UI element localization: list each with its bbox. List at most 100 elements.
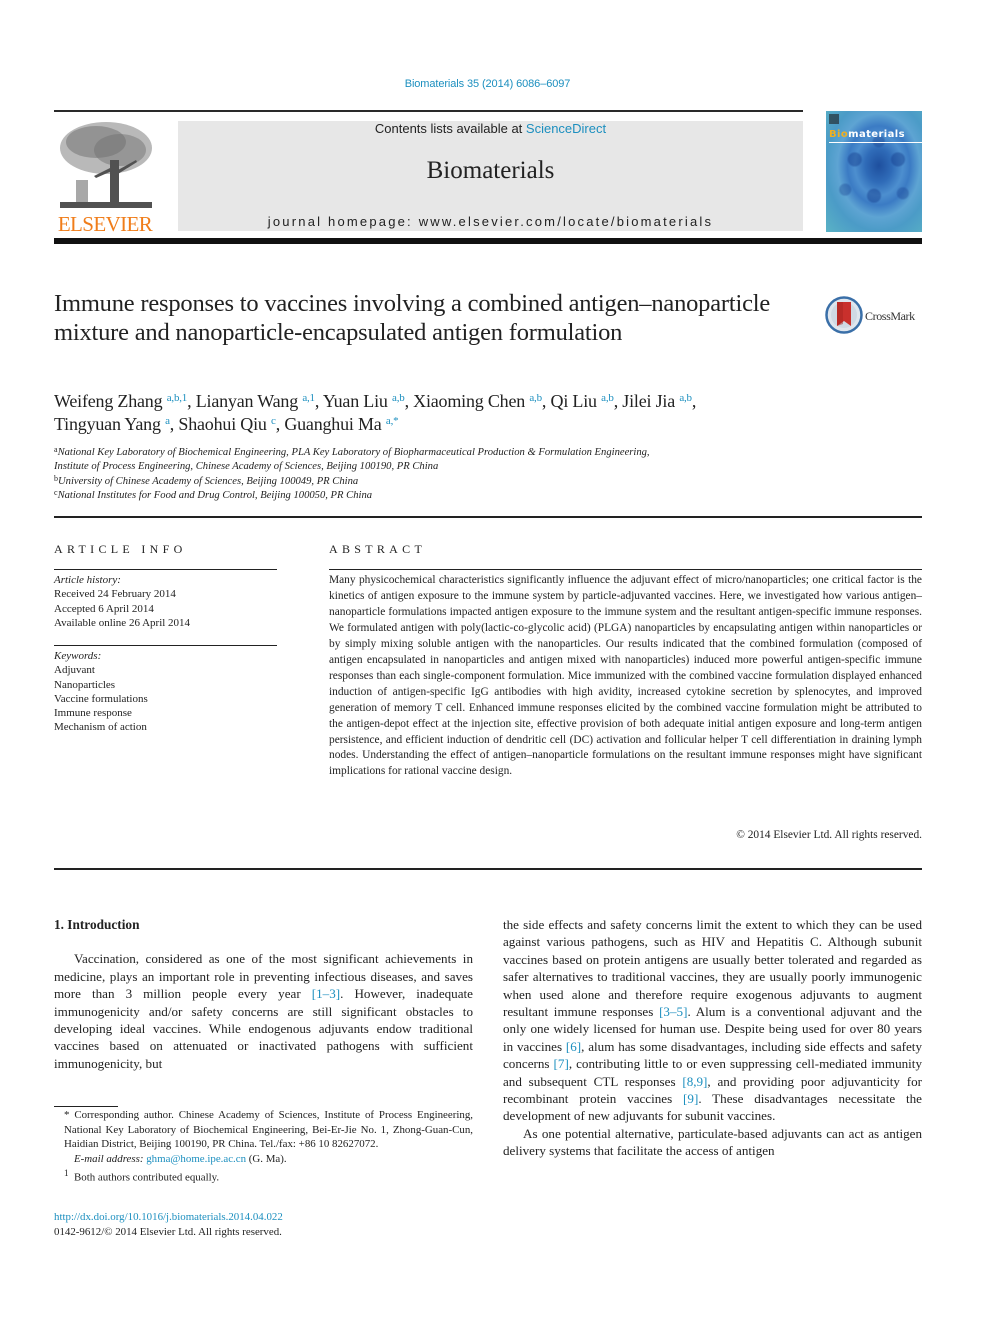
author-list: Weifeng Zhang a,b,1, Lianyan Wang a,1, Y… — [54, 390, 914, 435]
affiliation-text: University of Chinese Academy of Science… — [58, 475, 359, 487]
body-paragraph: Vaccination, considered as one of the mo… — [54, 950, 473, 1072]
cover-title-highlight: Bio — [829, 129, 849, 140]
author-separator: , — [187, 391, 196, 411]
author-name: Jilei Jia — [622, 391, 675, 411]
footnote-mark: 1 — [64, 1168, 69, 1178]
footnotes: * Corresponding author. Chinese Academy … — [54, 1108, 473, 1185]
author-name: Yuan Liu — [322, 391, 388, 411]
citation-link[interactable]: [8,9] — [682, 1074, 707, 1089]
section-rule — [54, 516, 922, 518]
history-received: Received 24 February 2014 — [54, 588, 176, 601]
keywords-label: Keywords: — [54, 650, 102, 662]
section-heading-introduction: 1. Introduction — [54, 917, 140, 932]
header-thick-rule — [54, 238, 922, 244]
elsevier-tree-icon — [56, 120, 154, 212]
sciencedirect-link[interactable]: ScienceDirect — [526, 121, 606, 136]
homepage-url[interactable]: www.elsevier.com/locate/biomaterials — [419, 214, 714, 229]
keyword: Adjuvant — [54, 664, 95, 677]
email-suffix: (G. Ma). — [246, 1152, 287, 1165]
author[interactable]: Shaohui Qiu c — [178, 413, 276, 434]
author[interactable]: Yuan Liu a,b — [323, 391, 405, 411]
abstract-bottom-rule — [54, 868, 922, 870]
cover-publisher-icon — [829, 114, 839, 124]
article-info-heading: ARTICLE INFO — [54, 542, 187, 556]
body-paragraph: the side effects and safety concerns lim… — [503, 916, 922, 1125]
author-name: Shaohui Qiu — [178, 413, 267, 434]
contents-available: Contents lists available at ScienceDirec… — [178, 121, 803, 136]
abstract-copyright: © 2014 Elsevier Ltd. All rights reserved… — [736, 829, 922, 841]
author[interactable]: Tingyuan Yang a — [54, 414, 170, 434]
author-separator: , — [541, 391, 551, 411]
author-affiliation-mark[interactable]: a,1 — [302, 392, 315, 404]
keywords: Keywords: Adjuvant Nanoparticles Vaccine… — [54, 649, 284, 735]
author-affiliation-mark[interactable]: a,b — [392, 392, 405, 404]
article-info-rule — [54, 569, 277, 570]
crossmark-label: CrossMark — [865, 309, 915, 323]
email-label: E-mail address: — [74, 1152, 147, 1165]
affiliation: aNational Key Laboratory of Biochemical … — [54, 446, 914, 460]
crossmark-icon — [825, 296, 863, 334]
body-paragraph: As one potential alternative, particulat… — [503, 1125, 922, 1159]
homepage-label: journal homepage: — [267, 214, 419, 229]
citation-link[interactable]: [9] — [683, 1091, 698, 1106]
keyword: Immune response — [54, 707, 132, 720]
keywords-rule — [54, 645, 277, 646]
author-affiliation-mark[interactable]: a,* — [386, 415, 399, 427]
author-separator: , — [404, 391, 414, 411]
author-name: Lianyan Wang — [195, 391, 299, 411]
elsevier-logo[interactable]: ELSEVIER — [54, 120, 156, 236]
email-link[interactable]: ghma@home.ipe.ac.cn — [146, 1153, 246, 1165]
article-history-label: Article history: — [54, 574, 121, 586]
author-name: Tingyuan Yang — [54, 413, 161, 434]
author-affiliation-mark[interactable]: a,b — [601, 392, 614, 404]
author[interactable]: Weifeng Zhang a,b,1 — [54, 391, 187, 411]
author-name: Weifeng Zhang — [54, 391, 163, 411]
author-name: Qi Liu — [550, 391, 597, 411]
crossmark-button[interactable]: CrossMark — [825, 296, 925, 336]
keyword: Nanoparticles — [54, 678, 116, 691]
journal-citation[interactable]: Biomaterials 35 (2014) 6086–6097 — [0, 78, 975, 90]
author[interactable]: Qi Liu a,b — [551, 391, 614, 411]
author-separator: , — [314, 391, 323, 411]
footnote-rule — [54, 1106, 118, 1107]
keyword: Vaccine formulations — [54, 692, 148, 705]
author[interactable]: Xiaoming Chen a,b — [413, 391, 542, 411]
author-affiliation-mark[interactable]: a,b,1 — [167, 392, 188, 404]
author[interactable]: Lianyan Wang a,1 — [196, 391, 315, 411]
affiliation: cNational Institutes for Food and Drug C… — [54, 488, 914, 503]
author-name: Guanghui Ma — [284, 413, 382, 434]
citation-link[interactable]: [6] — [566, 1039, 581, 1054]
body-column-right: the side effects and safety concerns lim… — [503, 916, 922, 1160]
author[interactable]: Jilei Jia a,b — [622, 391, 692, 411]
author[interactable]: Guanghui Ma a,* — [284, 414, 398, 434]
author-affiliation-mark[interactable]: a,b — [529, 392, 542, 404]
abstract-text: Many physicochemical characteristics sig… — [329, 574, 922, 778]
author-separator: , — [613, 391, 623, 411]
header-rule — [54, 110, 803, 112]
keyword: Mechanism of action — [54, 721, 147, 734]
journal-homepage: journal homepage: www.elsevier.com/locat… — [178, 214, 803, 229]
footnote-text: Both authors contributed equally. — [74, 1171, 220, 1184]
cover-divider — [829, 142, 922, 143]
journal-cover-image[interactable]: Biomaterials — [826, 111, 922, 232]
affiliation-continued: Institute of Process Engineering, Chines… — [54, 461, 439, 473]
doi-link[interactable]: http://dx.doi.org/10.1016/j.biomaterials… — [54, 1211, 283, 1223]
author-separator: , — [691, 391, 697, 411]
journal-header-box: Contents lists available at ScienceDirec… — [178, 121, 803, 231]
citation-link[interactable]: [3–5] — [659, 1004, 687, 1019]
citation-link[interactable]: [1–3] — [312, 986, 340, 1001]
author-affiliation-mark[interactable]: a,b — [679, 392, 692, 404]
article-history: Article history: Received 24 February 20… — [54, 573, 284, 630]
citation-link[interactable]: [7] — [554, 1056, 569, 1071]
journal-name: Biomaterials — [426, 157, 555, 184]
issn-copyright: 0142-9612/© 2014 Elsevier Ltd. All right… — [54, 1226, 282, 1238]
history-accepted: Accepted 6 April 2014 — [54, 602, 154, 615]
cover-title-rest: materials — [848, 129, 905, 140]
affiliation-text: National Institutes for Food and Drug Co… — [57, 489, 373, 501]
equal-contribution-note: 1 Both authors contributed equally. — [54, 1166, 473, 1185]
affiliation-list: aNational Key Laboratory of Biochemical … — [54, 446, 914, 503]
affiliation-text: National Key Laboratory of Biochemical E… — [57, 447, 650, 458]
body-column-left: 1. Introduction Vaccination, considered … — [54, 916, 473, 1072]
affiliation: bUniversity of Chinese Academy of Scienc… — [54, 474, 914, 489]
contents-prefix: Contents lists available at — [374, 121, 526, 136]
